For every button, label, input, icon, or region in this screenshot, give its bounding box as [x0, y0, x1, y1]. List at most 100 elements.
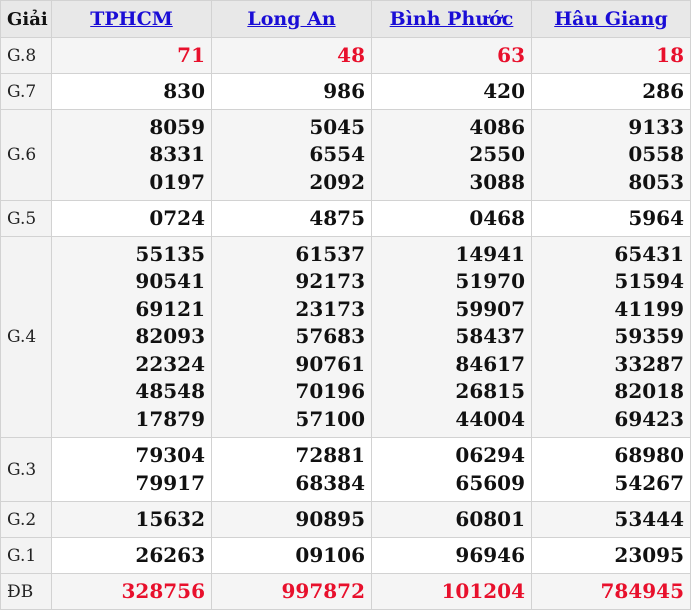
- result-number: 63: [497, 42, 525, 67]
- prize-row-g2: G.2 15632 90895 60801 53444: [0, 501, 691, 538]
- result-number: 286: [642, 78, 684, 103]
- result-cell: 15632: [51, 501, 212, 538]
- result-number: 96946: [455, 542, 525, 567]
- result-number: 101204: [441, 578, 526, 603]
- result-number: 70196: [295, 379, 365, 404]
- result-number: 4875: [309, 205, 365, 230]
- province-header-tphcm: TPHCM: [51, 0, 212, 38]
- result-cell: 5045 6554 2092: [211, 109, 372, 201]
- result-number: 15632: [135, 506, 205, 531]
- result-number: 69121: [135, 296, 205, 321]
- result-number: 41199: [614, 296, 684, 321]
- result-cell: 9133 0558 8053: [531, 109, 691, 201]
- result-cell: 18: [531, 37, 691, 74]
- result-number: 6554: [309, 142, 365, 167]
- result-number: 68980: [614, 443, 684, 467]
- result-number: 4086: [469, 114, 525, 139]
- result-number: 09106: [295, 542, 365, 567]
- result-number: 55135: [135, 241, 205, 266]
- result-cell: 997872: [211, 573, 372, 610]
- province-header-hau-giang: Hâu Giang: [531, 0, 691, 38]
- result-number: 53444: [614, 506, 684, 531]
- result-number: 997872: [281, 578, 366, 603]
- result-number: 65609: [455, 470, 525, 495]
- prize-label: G.8: [0, 37, 52, 74]
- prize-label: ĐB: [0, 573, 52, 610]
- result-cell: 4086 2550 3088: [371, 109, 532, 201]
- prize-label: G.6: [0, 109, 52, 201]
- result-number: 2550: [469, 142, 525, 167]
- prize-label: G.3: [0, 437, 52, 502]
- result-number: 65431: [614, 241, 684, 266]
- result-number: 23095: [614, 542, 684, 567]
- result-number: 23173: [295, 296, 365, 321]
- prize-label: G.1: [0, 537, 52, 574]
- result-cell: 61537 92173 23173 57683 90761 70196 5710…: [211, 236, 372, 438]
- result-number: 44004: [455, 406, 525, 431]
- result-cell: 06294 65609: [371, 437, 532, 502]
- result-number: 9133: [628, 114, 684, 139]
- result-cell: 4875: [211, 200, 372, 237]
- result-number: 328756: [121, 578, 206, 603]
- prize-column-header: Giải: [0, 0, 52, 38]
- result-cell: 72881 68384: [211, 437, 372, 502]
- prize-row-g4: G.4 55135 90541 69121 82093 22324 48548 …: [0, 236, 691, 438]
- result-number: 26815: [455, 379, 525, 404]
- result-cell: 55135 90541 69121 82093 22324 48548 1787…: [51, 236, 212, 438]
- result-number: 57100: [295, 406, 365, 431]
- result-number: 60801: [455, 506, 525, 531]
- result-number: 59359: [614, 324, 684, 349]
- result-cell: 784945: [531, 573, 691, 610]
- result-cell: 986: [211, 73, 372, 110]
- result-cell: 65431 51594 41199 59359 33287 82018 6942…: [531, 236, 691, 438]
- result-number: 71: [177, 42, 205, 67]
- result-number: 986: [323, 78, 365, 103]
- result-cell: 79304 79917: [51, 437, 212, 502]
- province-link-long-an[interactable]: Long An: [247, 8, 335, 30]
- result-cell: 71: [51, 37, 212, 74]
- result-cell: 26263: [51, 537, 212, 574]
- result-number: 0197: [149, 169, 205, 194]
- result-number: 90761: [295, 351, 365, 376]
- result-cell: 68980 54267: [531, 437, 691, 502]
- result-cell: 5964: [531, 200, 691, 237]
- result-number: 5964: [628, 205, 684, 230]
- result-number: 82093: [135, 324, 205, 349]
- result-cell: 96946: [371, 537, 532, 574]
- result-number: 22324: [135, 351, 205, 376]
- result-cell: 0724: [51, 200, 212, 237]
- result-number: 5045: [309, 114, 365, 139]
- result-number: 58437: [455, 324, 525, 349]
- result-number: 90895: [295, 506, 365, 531]
- result-cell: 48: [211, 37, 372, 74]
- result-number: 0468: [469, 205, 525, 230]
- result-number: 51970: [455, 269, 525, 294]
- province-link-binh-phuoc[interactable]: Bình Phước: [390, 8, 514, 30]
- result-number: 90541: [135, 269, 205, 294]
- prize-label: G.7: [0, 73, 52, 110]
- prize-row-g6: G.6 8059 8331 0197 5045 6554 2092 4086 2…: [0, 109, 691, 201]
- prize-label: G.2: [0, 501, 52, 538]
- result-number: 48: [337, 42, 365, 67]
- result-number: 18: [656, 42, 684, 67]
- prize-row-special: ĐB 328756 997872 101204 784945: [0, 573, 691, 610]
- province-link-hau-giang[interactable]: Hâu Giang: [554, 8, 668, 30]
- result-cell: 90895: [211, 501, 372, 538]
- province-link-tphcm[interactable]: TPHCM: [90, 8, 173, 30]
- result-cell: 420: [371, 73, 532, 110]
- prize-row-g1: G.1 26263 09106 96946 23095: [0, 537, 691, 574]
- result-number: 26263: [135, 542, 205, 567]
- result-number: 61537: [295, 241, 365, 266]
- result-cell: 09106: [211, 537, 372, 574]
- result-number: 830: [163, 78, 205, 103]
- prize-label: G.4: [0, 236, 52, 438]
- result-number: 8059: [149, 114, 205, 139]
- result-number: 06294: [455, 443, 525, 467]
- result-number: 17879: [135, 406, 205, 431]
- prize-label: G.5: [0, 200, 52, 237]
- result-number: 72881: [295, 443, 365, 467]
- result-cell: 53444: [531, 501, 691, 538]
- result-cell: 328756: [51, 573, 212, 610]
- result-number: 33287: [614, 351, 684, 376]
- result-number: 0724: [149, 205, 205, 230]
